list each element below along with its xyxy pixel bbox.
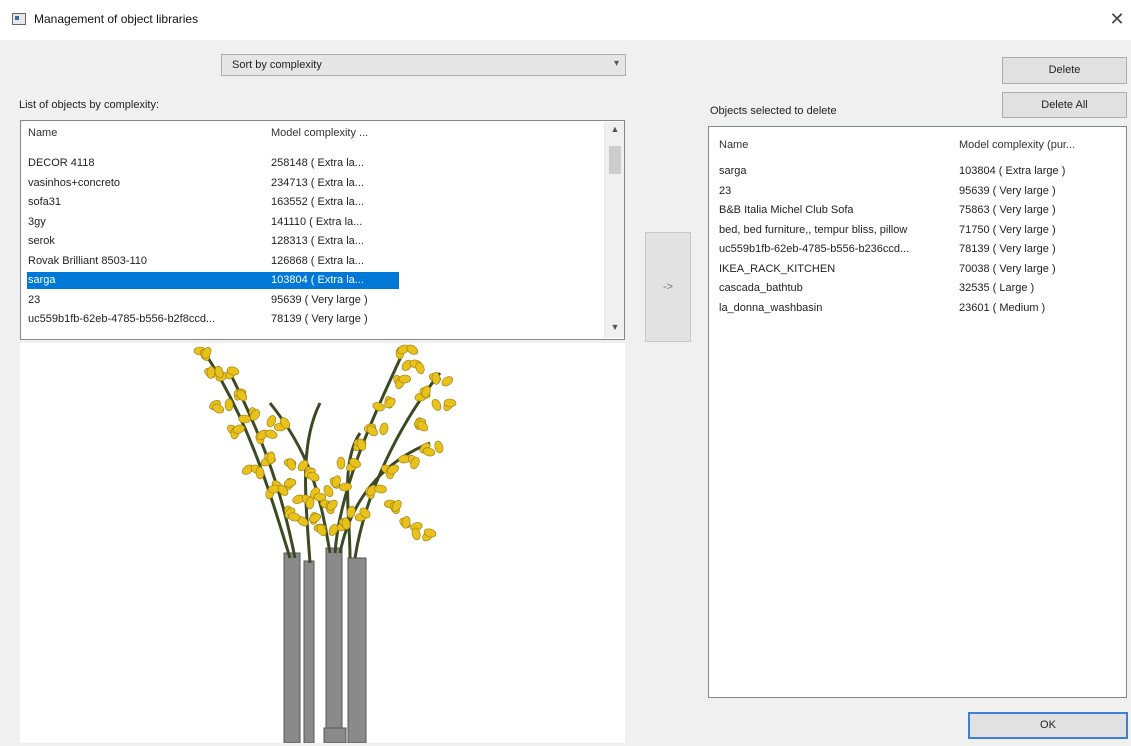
scroll-thumb[interactable]: [609, 146, 621, 174]
item-name: uc559b1fb-62eb-4785-b556-b2f8ccd...: [28, 313, 216, 325]
item-complexity: 128313 ( Extra la...: [271, 235, 364, 247]
column-header-name[interactable]: Name: [719, 139, 748, 151]
move-to-delete-button[interactable]: ->: [645, 232, 691, 342]
item-complexity: 234713 ( Extra la...: [271, 176, 364, 189]
list-item[interactable]: sarga 103804 ( Extra la...: [27, 272, 399, 289]
list-item[interactable]: sofa31 163552 ( Extra la...: [21, 194, 624, 211]
app-icon: [12, 13, 26, 25]
list-item[interactable]: uc559b1fb-62eb-4785-b556-b2f8ccd... 78139…: [21, 311, 624, 328]
list-item[interactable]: sarga 103804 ( Extra large ): [709, 163, 1126, 180]
column-header-name[interactable]: Name: [28, 127, 57, 139]
item-name: sofa31: [28, 196, 62, 208]
title-bar: Management of object libraries ✕: [0, 0, 1131, 40]
item-name: cascada_bathtub: [719, 282, 803, 294]
item-name: 23: [28, 293, 41, 306]
list-item[interactable]: DECOR 4118 258148 ( Extra la...: [21, 155, 624, 172]
item-complexity: 75863 ( Very large ): [959, 204, 1056, 216]
list-item[interactable]: bed, bed furniture,, tempur bliss, pillo…: [709, 222, 1126, 239]
column-header-complexity[interactable]: Model complexity (pur...: [959, 139, 1075, 151]
window-title: Management of object libraries: [34, 12, 199, 26]
item-name: IKEA_RACK_KITCHEN: [719, 262, 836, 275]
item-name: 3gy: [28, 215, 46, 228]
left-list-label: List of objects by complexity:: [19, 99, 160, 111]
list-item[interactable]: B&B Italia Michel Club Sofa 75863 ( Very …: [709, 202, 1126, 219]
objects-list[interactable]: Name Model complexity ... DECOR 4118 2581…: [20, 120, 625, 340]
item-complexity: 103804 ( Extra large ): [959, 165, 1066, 177]
list-item[interactable]: serok 128313 ( Extra la...: [21, 233, 624, 250]
list-item[interactable]: Rovak Brilliant 8503-110 126868 ( Extra l…: [21, 253, 624, 270]
list-item[interactable]: vasinhos+concreto 234713 ( Extra la...: [21, 175, 624, 192]
item-name: B&B Italia Michel Club Sofa: [719, 204, 854, 216]
item-complexity: 163552 ( Extra la...: [271, 196, 364, 208]
item-complexity: 70038 ( Very large ): [959, 262, 1056, 275]
item-complexity: 258148 ( Extra la...: [271, 157, 364, 169]
item-complexity: 126868 ( Extra la...: [271, 254, 364, 267]
list-item[interactable]: la_donna_washbasin 23601 ( Medium ): [709, 300, 1126, 317]
item-name: Rovak Brilliant 8503-110: [28, 254, 148, 267]
delete-all-button[interactable]: Delete All: [1002, 92, 1127, 118]
item-name: bed, bed furniture,, tempur bliss, pillo…: [719, 223, 908, 236]
flower-vase-preview-image: [193, 344, 457, 743]
item-complexity: 78139 ( Very large ): [271, 313, 368, 325]
list-item[interactable]: IKEA_RACK_KITCHEN 70038 ( Very large ): [709, 261, 1126, 278]
item-name: serok: [28, 235, 55, 247]
list-item[interactable]: uc559b1fb-62eb-4785-b556-b236ccd... 78139…: [709, 241, 1126, 258]
list-item[interactable]: 23 95639 ( Very large ): [709, 183, 1126, 200]
item-name: 23: [719, 184, 732, 197]
item-complexity: 23601 ( Medium ): [959, 301, 1046, 314]
ok-button[interactable]: OK: [968, 712, 1128, 739]
right-list-label: Objects selected to delete: [710, 105, 837, 117]
item-name: la_donna_washbasin: [719, 301, 823, 314]
item-complexity: 95639 ( Very large ): [271, 293, 368, 306]
scroll-down-icon[interactable]: ▼: [605, 322, 624, 336]
column-header-complexity[interactable]: Model complexity ...: [271, 127, 368, 139]
scroll-up-icon[interactable]: ▲: [605, 124, 624, 138]
item-complexity: 95639 ( Very large ): [959, 184, 1056, 197]
delete-button[interactable]: Delete: [1002, 57, 1127, 84]
item-name: sarga: [28, 274, 56, 286]
item-complexity: 32535 ( Large ): [959, 282, 1035, 294]
item-complexity: 141110 ( Extra la...: [271, 215, 363, 228]
item-name: uc559b1fb-62eb-4785-b556-b236ccd...: [719, 243, 910, 255]
chevron-down-icon: ▾: [613, 58, 619, 69]
item-complexity: 78139 ( Very large ): [959, 243, 1056, 255]
sort-combobox[interactable]: Sort by complexity ▾: [221, 54, 626, 76]
list-item[interactable]: 3gy 141110 ( Extra la...: [21, 214, 624, 231]
item-complexity: 71750 ( Very large ): [959, 223, 1056, 236]
vertical-scrollbar[interactable]: ▲ ▼: [604, 122, 624, 338]
item-name: DECOR 4118: [28, 157, 95, 169]
list-item[interactable]: cascada_bathtub 32535 ( Large ): [709, 280, 1126, 297]
selected-objects-list[interactable]: Name Model complexity (pur... sarga 10380…: [708, 126, 1127, 698]
item-name: vasinhos+concreto: [28, 176, 121, 189]
item-complexity: 103804 ( Extra la...: [271, 274, 364, 286]
object-preview: [20, 343, 625, 743]
item-name: sarga: [719, 165, 747, 177]
close-icon[interactable]: ✕: [1106, 8, 1128, 30]
sort-value: Sort by complexity: [232, 59, 322, 71]
list-item[interactable]: 23 95639 ( Very large ): [21, 292, 624, 309]
